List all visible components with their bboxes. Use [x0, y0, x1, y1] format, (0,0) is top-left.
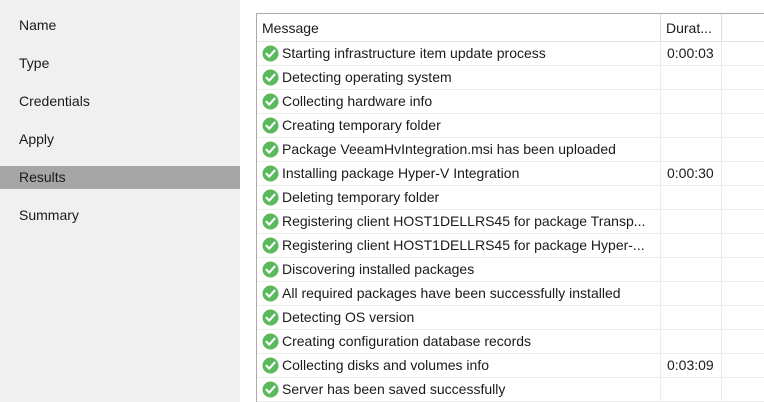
nav-item-type[interactable]: Type [0, 52, 240, 75]
success-check-icon [262, 357, 279, 374]
success-check-icon [262, 309, 279, 326]
result-message: Detecting operating system [282, 69, 452, 85]
nav-item-summary[interactable]: Summary [0, 204, 240, 227]
result-row[interactable]: Installing package Hyper-V Integration 0:… [257, 162, 764, 186]
result-message: All required packages have been successf… [282, 285, 621, 301]
result-row[interactable]: Collecting disks and volumes info 0:03:09 [257, 354, 764, 378]
result-row[interactable]: Package VeeamHvIntegration.msi has been … [257, 138, 764, 162]
result-row[interactable]: Registering client HOST1DELLRS45 for pac… [257, 210, 764, 234]
results-rows: Starting infrastructure item update proc… [257, 42, 764, 402]
result-row[interactable]: Server has been saved successfully [257, 378, 764, 402]
result-message: Registering client HOST1DELLRS45 for pac… [282, 213, 646, 229]
result-duration: 0:00:30 [667, 165, 714, 181]
result-message: Detecting OS version [282, 309, 415, 325]
result-message: Discovering installed packages [282, 261, 475, 277]
success-check-icon [262, 93, 279, 110]
column-header-duration[interactable]: Durat... [661, 14, 719, 42]
success-check-icon [262, 45, 279, 62]
result-message: Deleting temporary folder [282, 189, 440, 205]
success-check-icon [262, 237, 279, 254]
result-row[interactable]: Detecting OS version [257, 306, 764, 330]
nav-item-credentials[interactable]: Credentials [0, 90, 240, 113]
result-message: Package VeeamHvIntegration.msi has been … [282, 141, 616, 157]
result-row[interactable]: Discovering installed packages [257, 258, 764, 282]
success-check-icon [262, 69, 279, 86]
nav-item-results[interactable]: Results [0, 166, 240, 189]
result-row[interactable]: Creating temporary folder [257, 114, 764, 138]
result-row[interactable]: Registering client HOST1DELLRS45 for pac… [257, 234, 764, 258]
nav-item-apply[interactable]: Apply [0, 128, 240, 151]
results-list[interactable]: Message Durat... Starting infrastructure… [256, 13, 764, 402]
wizard-sidebar: Name Type Credentials Apply Results Summ… [0, 0, 240, 402]
success-check-icon [262, 165, 279, 182]
result-row[interactable]: All required packages have been successf… [257, 282, 764, 306]
result-message: Creating configuration database records [282, 333, 532, 349]
results-header: Message Durat... [257, 14, 764, 42]
result-message: Creating temporary folder [282, 117, 441, 133]
result-row[interactable]: Starting infrastructure item update proc… [257, 42, 764, 66]
success-check-icon [262, 189, 279, 206]
result-row[interactable]: Deleting temporary folder [257, 186, 764, 210]
result-duration: 0:00:03 [667, 45, 714, 61]
success-check-icon [262, 117, 279, 134]
result-message: Collecting hardware info [282, 93, 433, 109]
result-message: Server has been saved successfully [282, 381, 506, 397]
result-row[interactable]: Creating configuration database records [257, 330, 764, 354]
result-row[interactable]: Detecting operating system [257, 66, 764, 90]
column-divider[interactable] [721, 14, 722, 42]
success-check-icon [262, 333, 279, 350]
nav-item-name[interactable]: Name [0, 14, 240, 37]
result-duration: 0:03:09 [667, 357, 714, 373]
result-message: Installing package Hyper-V Integration [282, 165, 520, 181]
success-check-icon [262, 261, 279, 278]
success-check-icon [262, 213, 279, 230]
result-message: Collecting disks and volumes info [282, 357, 489, 373]
result-message: Starting infrastructure item update proc… [282, 45, 546, 61]
success-check-icon [262, 141, 279, 158]
column-header-message[interactable]: Message [257, 14, 660, 42]
result-message: Registering client HOST1DELLRS45 for pac… [282, 237, 645, 253]
result-row[interactable]: Collecting hardware info [257, 90, 764, 114]
success-check-icon [262, 285, 279, 302]
success-check-icon [262, 381, 279, 398]
